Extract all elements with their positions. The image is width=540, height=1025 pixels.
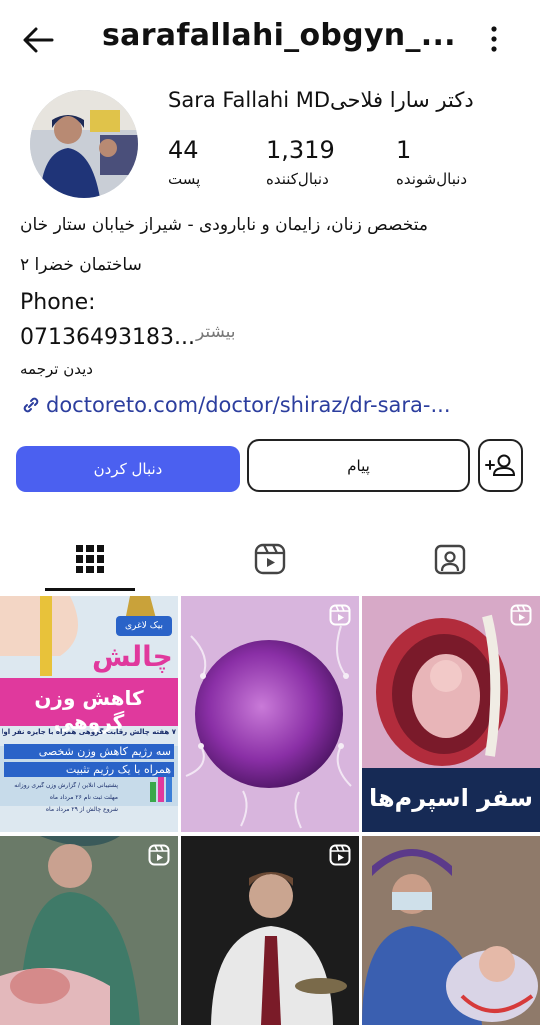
bio-phone-label: Phone:	[20, 290, 96, 315]
suggest-users-button[interactable]	[478, 439, 523, 492]
post1-subtitle: کاهش وزن گروهی	[34, 686, 144, 734]
post-thumbnail-image	[362, 836, 540, 1025]
grid-post[interactable]: سفر اسپرم‌ها	[362, 596, 540, 832]
profile-full-name: Sara Fallahi MDدکتر سارا فلاحی	[168, 88, 474, 112]
kebab-menu-icon[interactable]	[480, 22, 508, 56]
stat-followers[interactable]: 1,319 دنبال‌کننده	[266, 136, 335, 188]
profile-website-text: doctoreto.com/doctor/shiraz/dr-sara-...	[46, 393, 451, 417]
stat-followers-value: 1,319	[266, 136, 335, 164]
post1-line5: مهلت ثبت نام ۲۶ مرداد ماه	[49, 794, 118, 801]
stat-following-value: 1	[396, 136, 412, 164]
grid-post[interactable]	[0, 836, 178, 1025]
reel-indicator-icon	[510, 604, 532, 626]
reel-indicator-icon	[329, 844, 351, 866]
post1-line3: همراه با یک رژیم تثبیت	[4, 762, 174, 777]
top-bar: sarafallahi_obgyn_...	[0, 0, 540, 78]
post1-badge: بیک لاغری	[116, 616, 172, 636]
post1-line2: سه رژیم کاهش وزن شخصی	[4, 744, 174, 759]
avatar[interactable]	[30, 90, 138, 198]
stat-posts-value: 44	[168, 136, 199, 164]
stat-posts[interactable]: 44 پست	[168, 136, 200, 188]
stat-posts-label: پست	[168, 170, 201, 188]
arrow-left-icon[interactable]	[18, 20, 58, 60]
profile-username: sarafallahi_obgyn_...	[102, 18, 456, 53]
bio-line-2: ساختمان خضرا ۲	[20, 255, 142, 275]
grid-post[interactable]	[362, 836, 540, 1025]
grid-icon	[76, 545, 104, 573]
message-button[interactable]: پیام	[247, 439, 470, 492]
post1-title: چالش	[92, 640, 173, 673]
post1-line6: شروع چالش از ۲۹ مرداد ماه	[45, 806, 118, 813]
reel-indicator-icon	[329, 604, 351, 626]
post1-line4: پشتیبانی آنلاین / گزارش وزن گیری روزانه	[14, 782, 118, 789]
bio-more-link[interactable]: بیشتر	[196, 322, 236, 342]
post3-caption: سفر اسپرم‌ها	[369, 784, 533, 812]
profile-website-link[interactable]: doctoreto.com/doctor/shiraz/dr-sara-...	[20, 393, 451, 417]
grid-post[interactable]	[181, 836, 359, 1025]
reels-icon	[254, 543, 286, 575]
post-thumbnail-image	[181, 596, 359, 832]
tab-grid[interactable]	[0, 528, 180, 590]
post1-line1: ۷ هفته چالش رقابت گروهی همراه با جایزه ن…	[2, 728, 176, 736]
bio-line-1: متخصص زنان، زایمان و نابارودی - شیراز خی…	[20, 215, 428, 235]
link-icon	[23, 397, 39, 413]
stat-following-label: دنبال‌شونده	[396, 170, 468, 188]
add-user-icon	[485, 454, 516, 476]
grid-post[interactable]: بیک لاغری چالش کاهش وزن گروهی ۷ هفته چال…	[0, 596, 178, 832]
follow-button[interactable]: دنبال کردن	[16, 446, 240, 492]
grid-post[interactable]	[181, 596, 359, 832]
see-translation-link[interactable]: دیدن ترجمه	[20, 360, 93, 378]
reel-indicator-icon	[148, 844, 170, 866]
stat-following[interactable]: 1 دنبال‌شونده	[396, 136, 467, 188]
active-tab-indicator	[45, 588, 135, 591]
stat-followers-label: دنبال‌کننده	[266, 170, 329, 188]
bio-phone-number: 07136493183...	[20, 325, 195, 350]
tab-reels[interactable]	[180, 528, 360, 590]
tab-tagged[interactable]	[360, 528, 540, 590]
tagged-icon	[434, 544, 466, 575]
